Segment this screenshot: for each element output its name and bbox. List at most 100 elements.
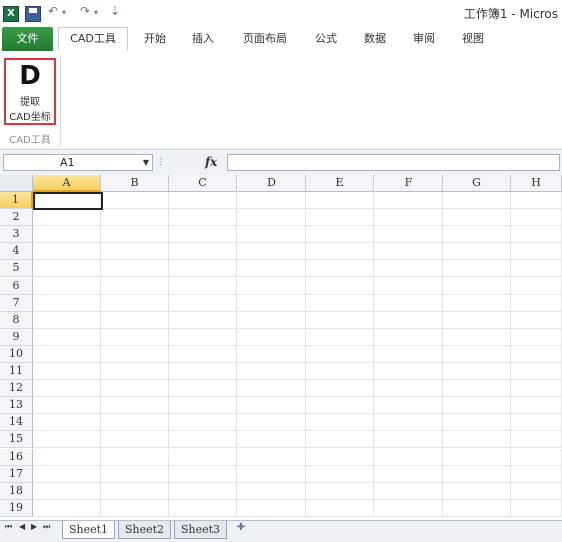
cell-G3[interactable] <box>443 226 511 243</box>
cell-H4[interactable] <box>511 243 562 260</box>
row-header-10[interactable]: 10 <box>0 346 33 363</box>
cell-E17[interactable] <box>306 466 374 483</box>
column-header-h[interactable]: H <box>511 175 562 192</box>
cell-G11[interactable] <box>443 363 511 380</box>
cell-H7[interactable] <box>511 295 562 312</box>
cell-F11[interactable] <box>375 363 443 380</box>
cell-E3[interactable] <box>306 226 374 243</box>
cell-G13[interactable] <box>443 397 511 414</box>
cell-D4[interactable] <box>238 243 306 260</box>
cell-H3[interactable] <box>511 226 562 243</box>
cell-C17[interactable] <box>169 466 237 483</box>
cell-A16[interactable] <box>33 449 101 466</box>
excel-logo-icon[interactable]: X <box>3 6 19 22</box>
cell-H19[interactable] <box>511 500 562 517</box>
cell-B9[interactable] <box>101 329 169 346</box>
cell-H11[interactable] <box>511 363 562 380</box>
cell-C9[interactable] <box>169 329 237 346</box>
cell-D16[interactable] <box>238 449 306 466</box>
cell-E11[interactable] <box>306 363 374 380</box>
cell-C19[interactable] <box>169 500 237 517</box>
cell-D7[interactable] <box>238 295 306 312</box>
cell-F13[interactable] <box>375 397 443 414</box>
cell-G19[interactable] <box>443 500 511 517</box>
cell-F5[interactable] <box>375 260 443 277</box>
cell-B8[interactable] <box>101 312 169 329</box>
cell-C12[interactable] <box>169 380 237 397</box>
column-header-d[interactable]: D <box>238 175 306 192</box>
row-header-12[interactable]: 12 <box>0 380 33 397</box>
cell-F18[interactable] <box>375 483 443 500</box>
row-header-7[interactable]: 7 <box>0 295 33 312</box>
cell-B13[interactable] <box>101 397 169 414</box>
cell-F7[interactable] <box>375 295 443 312</box>
cell-F2[interactable] <box>375 209 443 226</box>
cell-E13[interactable] <box>306 397 374 414</box>
cell-H6[interactable] <box>511 278 562 295</box>
tab-insert[interactable]: 插入 <box>183 27 223 51</box>
cell-G2[interactable] <box>443 209 511 226</box>
cell-H16[interactable] <box>511 449 562 466</box>
cell-B7[interactable] <box>101 295 169 312</box>
cell-C11[interactable] <box>169 363 237 380</box>
cell-D9[interactable] <box>238 329 306 346</box>
cell-H12[interactable] <box>511 380 562 397</box>
cell-F16[interactable] <box>375 449 443 466</box>
undo-dropdown-icon[interactable]: ▾ <box>62 8 66 17</box>
cell-A15[interactable] <box>33 431 101 448</box>
last-sheet-icon[interactable]: ⏭ <box>43 522 50 532</box>
cell-G6[interactable] <box>443 278 511 295</box>
cell-F4[interactable] <box>375 243 443 260</box>
tab-home[interactable]: 开始 <box>135 27 175 51</box>
cell-E8[interactable] <box>306 312 374 329</box>
cell-D6[interactable] <box>238 278 306 295</box>
active-cell-outline[interactable] <box>33 192 103 210</box>
cell-F6[interactable] <box>375 278 443 295</box>
cell-E4[interactable] <box>306 243 374 260</box>
prev-sheet-icon[interactable]: ◀ <box>19 522 25 531</box>
tab-formulas[interactable]: 公式 <box>306 27 346 51</box>
sheet-tab-3[interactable]: Sheet3 <box>174 521 228 539</box>
cell-C14[interactable] <box>169 414 237 431</box>
cell-G12[interactable] <box>443 380 511 397</box>
cell-H17[interactable] <box>511 466 562 483</box>
cell-A9[interactable] <box>33 329 101 346</box>
cell-G5[interactable] <box>443 260 511 277</box>
cell-D5[interactable] <box>238 260 306 277</box>
cell-G8[interactable] <box>443 312 511 329</box>
cell-F3[interactable] <box>375 226 443 243</box>
cell-H10[interactable] <box>511 346 562 363</box>
cell-A19[interactable] <box>33 500 101 517</box>
cell-D14[interactable] <box>238 414 306 431</box>
customize-qat-icon[interactable]: ⇣ <box>110 4 120 18</box>
cell-A5[interactable] <box>33 260 101 277</box>
cell-D2[interactable] <box>238 209 306 226</box>
row-header-19[interactable]: 19 <box>0 500 33 517</box>
cell-D8[interactable] <box>238 312 306 329</box>
row-header-5[interactable]: 5 <box>0 260 33 277</box>
cell-E2[interactable] <box>306 209 374 226</box>
cell-E19[interactable] <box>306 500 374 517</box>
select-all-corner[interactable] <box>0 175 33 192</box>
cell-A6[interactable] <box>33 278 101 295</box>
row-header-9[interactable]: 9 <box>0 329 33 346</box>
insert-function-icon[interactable]: fx <box>205 154 217 171</box>
cell-A7[interactable] <box>33 295 101 312</box>
cell-B1[interactable] <box>101 192 169 209</box>
cell-C5[interactable] <box>169 260 237 277</box>
cell-B4[interactable] <box>101 243 169 260</box>
cell-H14[interactable] <box>511 414 562 431</box>
row-header-15[interactable]: 15 <box>0 431 33 448</box>
cell-C8[interactable] <box>169 312 237 329</box>
cell-A8[interactable] <box>33 312 101 329</box>
cell-E6[interactable] <box>306 278 374 295</box>
cell-E18[interactable] <box>306 483 374 500</box>
cell-A12[interactable] <box>33 380 101 397</box>
row-header-6[interactable]: 6 <box>0 278 33 295</box>
cell-B15[interactable] <box>101 431 169 448</box>
cell-E5[interactable] <box>306 260 374 277</box>
cell-E12[interactable] <box>306 380 374 397</box>
save-icon[interactable] <box>25 6 41 22</box>
cell-B12[interactable] <box>101 380 169 397</box>
cell-B16[interactable] <box>101 449 169 466</box>
